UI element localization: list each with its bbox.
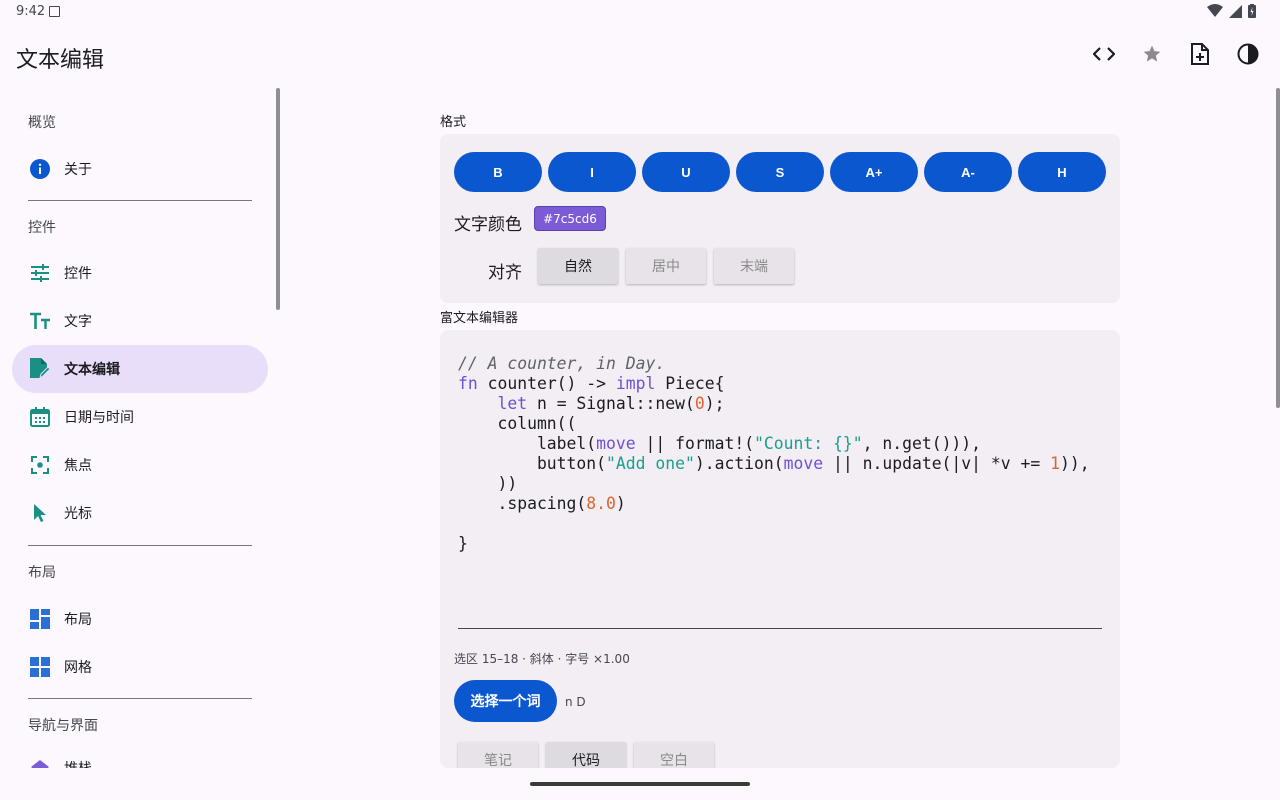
select-word-result: n D xyxy=(565,695,586,709)
status-time: 9:42 xyxy=(16,4,46,19)
underline-button[interactable]: U xyxy=(642,152,730,192)
align-center-option[interactable]: 居中 xyxy=(626,248,706,284)
sidebar-item-label: 光标 xyxy=(64,506,92,522)
preset-code-option[interactable]: 代码 xyxy=(546,742,626,768)
sidebar-item-grid[interactable]: 网格 xyxy=(12,643,268,691)
sidebar-item-controls[interactable]: 控件 xyxy=(12,249,268,297)
grid-icon xyxy=(28,655,52,679)
editor-section-label: 富文本编辑器 xyxy=(440,311,519,326)
sidebar-item-stack[interactable]: 堆栈 xyxy=(12,744,268,768)
sidebar-item-label: 文字 xyxy=(64,314,92,330)
format-card: B I U S A+ A- H 文字颜色 #7c5cd6 对齐 自然 居中 末端 xyxy=(440,134,1120,303)
tune-icon xyxy=(28,261,52,285)
sidebar: 概览 关于 控件 控件 文字 文本编辑 日期与时间 焦点 光标 布局 布局 网格… xyxy=(0,88,280,768)
sidebar-item-text-editing[interactable]: 文本编辑 xyxy=(12,345,268,393)
sidebar-item-label: 布局 xyxy=(64,612,92,628)
page-title: 文本编辑 xyxy=(16,48,105,73)
sidebar-item-about[interactable]: 关于 xyxy=(12,145,268,193)
code-view-button[interactable] xyxy=(1092,42,1116,66)
divider xyxy=(28,698,252,699)
section-title-controls: 控件 xyxy=(28,220,56,236)
sidebar-item-layout[interactable]: 布局 xyxy=(12,595,268,643)
wifi-icon xyxy=(1207,4,1223,17)
main-scrollbar[interactable] xyxy=(1276,88,1280,408)
gesture-handle[interactable] xyxy=(530,782,750,786)
text-size-icon xyxy=(28,309,52,333)
format-section-label: 格式 xyxy=(440,115,467,130)
decrease-size-button[interactable]: A- xyxy=(924,152,1012,192)
status-bar: 9:42 xyxy=(0,0,1280,24)
sidebar-item-label: 日期与时间 xyxy=(64,410,134,426)
app-bar-actions xyxy=(1092,42,1260,66)
sidebar-item-cursor[interactable]: 光标 xyxy=(12,489,268,537)
editor-underline xyxy=(458,628,1102,629)
layers-icon xyxy=(28,756,52,768)
battery-icon xyxy=(1248,4,1256,18)
sidebar-item-label: 网格 xyxy=(64,660,92,676)
section-title-navigation: 导航与界面 xyxy=(28,718,98,734)
sidebar-item-label: 控件 xyxy=(64,266,92,282)
text-color-picker[interactable]: #7c5cd6 xyxy=(534,206,606,231)
code-content[interactable]: // A counter, in Day. fn counter() -> im… xyxy=(458,354,1090,554)
strikethrough-button[interactable]: S xyxy=(736,152,824,192)
sidebar-item-date-time[interactable]: 日期与时间 xyxy=(12,393,268,441)
info-icon xyxy=(28,157,52,181)
align-natural-option[interactable]: 自然 xyxy=(538,248,618,284)
theme-toggle-button[interactable] xyxy=(1236,42,1260,66)
star-icon xyxy=(1143,45,1161,62)
section-title-overview: 概览 xyxy=(28,115,56,131)
preset-notes-option[interactable]: 笔记 xyxy=(458,742,538,768)
increase-size-button[interactable]: A+ xyxy=(830,152,918,192)
align-label: 对齐 xyxy=(488,263,522,283)
status-icons xyxy=(1207,4,1256,18)
favorite-button[interactable] xyxy=(1140,42,1164,66)
new-file-button[interactable] xyxy=(1188,42,1212,66)
divider xyxy=(28,200,252,201)
selection-status: 选区 15–18 · 斜体 · 字号 ×1.00 xyxy=(454,652,630,666)
note-add-icon xyxy=(1191,43,1209,65)
text-color-label: 文字颜色 xyxy=(454,215,522,235)
cursor-icon xyxy=(28,501,52,525)
divider xyxy=(28,545,252,546)
highlight-button[interactable]: H xyxy=(1018,152,1106,192)
align-end-option[interactable]: 末端 xyxy=(714,248,794,284)
italic-button[interactable]: I xyxy=(548,152,636,192)
sidebar-item-label: 文本编辑 xyxy=(64,362,120,378)
app-bar: 文本编辑 xyxy=(0,24,1280,88)
sidebar-item-text[interactable]: 文字 xyxy=(12,297,268,345)
bold-button[interactable]: B xyxy=(454,152,542,192)
select-word-button[interactable]: 选择一个词 xyxy=(454,680,557,722)
sidebar-item-label: 堆栈 xyxy=(64,758,92,768)
sidebar-item-label: 关于 xyxy=(64,162,92,178)
section-title-layout: 布局 xyxy=(28,565,56,581)
sidebar-item-label: 焦点 xyxy=(64,458,92,474)
sidebar-item-focus[interactable]: 焦点 xyxy=(12,441,268,489)
editor-card: // A counter, in Day. fn counter() -> im… xyxy=(440,330,1120,768)
preset-blank-option[interactable]: 空白 xyxy=(634,742,714,768)
code-icon xyxy=(1093,47,1115,61)
notification-icon xyxy=(49,6,60,17)
focus-icon xyxy=(28,453,52,477)
signal-icon xyxy=(1229,4,1242,18)
dashboard-icon xyxy=(28,607,52,631)
calendar-icon xyxy=(28,405,52,429)
sidebar-scrollbar[interactable] xyxy=(276,88,280,310)
edit-document-icon xyxy=(28,357,52,381)
contrast-icon xyxy=(1237,43,1259,65)
